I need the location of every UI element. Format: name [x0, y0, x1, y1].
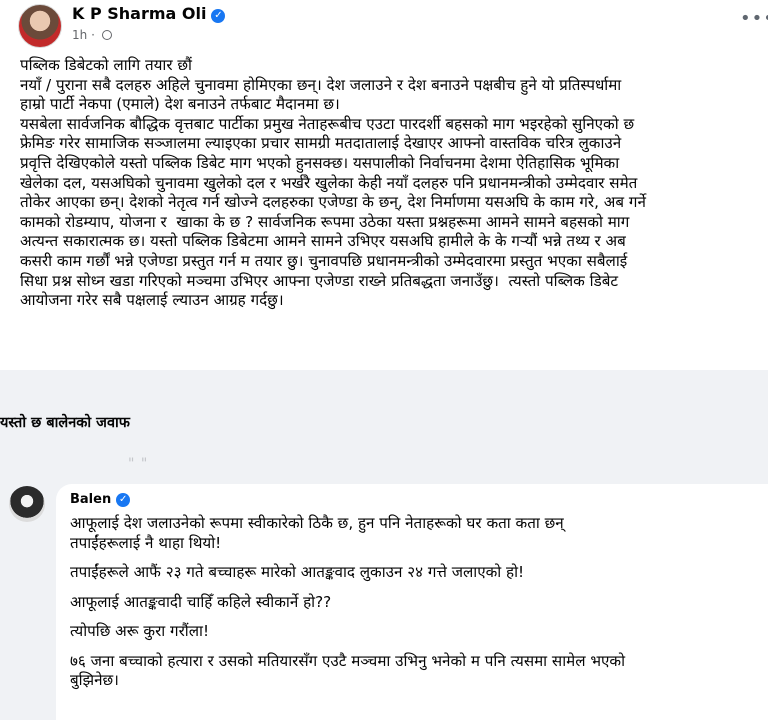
- post-line: आयोजना गरेर सबै पक्षलाई ल्याउन आग्रह गर्…: [20, 291, 284, 310]
- comment-text: आफूलाई देश जलाउनेको रूपमा स्वीकारेको ठिक…: [70, 514, 760, 701]
- more-options-icon[interactable]: •••: [740, 8, 768, 29]
- post-time[interactable]: 1h: [72, 28, 87, 42]
- comment-line: त्योपछि अरू कुरा गरौंला!: [70, 622, 210, 640]
- comment-bubble: Balen ✓ आफूलाई देश जलाउनेको रूपमा स्वीकार…: [56, 484, 768, 720]
- comment-line: आफूलाई आतङ्कवादी चाहिँ कहिले स्वीकार्ने …: [70, 592, 332, 611]
- post-text: पब्लिक डिबेटको लागि तयार छौं नयाँ / पुरा…: [20, 56, 760, 311]
- verified-badge-icon: ✓: [116, 493, 131, 507]
- post-line: कसरी काम गर्छौं भन्ने एजेण्डा प्रस्तुत ग…: [20, 251, 628, 270]
- author-name-row[interactable]: K P Sharma Oli ✓: [72, 4, 226, 23]
- author-name[interactable]: K P Sharma Oli: [72, 4, 206, 23]
- post-line: प्रवृत्ति देखिएकोले यस्तो पब्लिक डिबेट म…: [20, 153, 620, 172]
- comment-line: आफूलाई देश जलाउनेको रूपमा स्वीकारेको ठिक…: [70, 514, 564, 552]
- comment-line: ७६ जना बच्चाको हत्यारा र उसको मतियारसँग …: [70, 651, 626, 690]
- post-line: फ्रेमिङ गरेर सामाजिक सञ्जालमा ल्याइएका प…: [20, 134, 622, 153]
- post-line: तोकेर आएका छन्। देशको नेतृत्व गर्न खोज्न…: [20, 193, 646, 212]
- post-line: सिधा प्रश्न सोध्न खडा गरिएको मञ्चमा उभिए…: [20, 271, 619, 290]
- post-line: यसबेला सार्वजनिक बौद्धिक वृत्तबाट पार्टी…: [20, 114, 635, 133]
- post-meta: 1h ·: [72, 28, 112, 42]
- post-line: कामको रोडम्याप, योजना र खाका के छ ? सार्…: [20, 212, 630, 231]
- post-line: नयाँ / पुराना सबै दलहरु अहिले चुनावमा हो…: [20, 75, 622, 94]
- commenter-avatar[interactable]: [9, 486, 45, 522]
- author-avatar[interactable]: [18, 4, 62, 48]
- post-line: हाम्रो पार्टी नेकपा (एमाले) देश बनाउने त…: [20, 95, 340, 114]
- section-heading: यस्तो छ बालेनको जवाफ: [0, 415, 130, 431]
- commenter-name-row[interactable]: Balen ✓: [70, 492, 131, 507]
- commenter-name[interactable]: Balen: [70, 492, 111, 507]
- post-line: खेलेका दल, यसअघिको चुनावमा खुलेको दल र भ…: [20, 173, 638, 192]
- post-line: पब्लिक डिबेटको लागि तयार छौं: [20, 56, 192, 74]
- post-header: K P Sharma Oli ✓ 1h · •••: [0, 0, 768, 56]
- verified-badge-icon: ✓: [211, 9, 226, 23]
- comment-line: तपाईंहरूले आफैं २३ गते बच्चाहरू मारेको आ…: [70, 563, 525, 581]
- post-line: अत्यन्त सकारात्मक छ। यस्तो पब्लिक डिबेटम…: [20, 232, 626, 251]
- facebook-post: K P Sharma Oli ✓ 1h · ••• पब्लिक डिबेटको …: [0, 0, 768, 370]
- globe-icon: [101, 30, 112, 40]
